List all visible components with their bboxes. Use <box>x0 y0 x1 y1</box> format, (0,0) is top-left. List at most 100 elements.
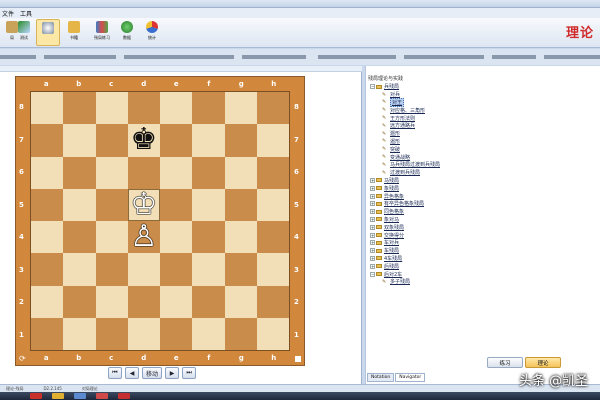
square-g6[interactable] <box>224 156 257 189</box>
square-f7[interactable] <box>192 124 225 157</box>
square-b2[interactable] <box>63 285 96 318</box>
square-g7[interactable] <box>224 124 257 157</box>
tree-folder[interactable]: − 后对2车 <box>370 270 598 278</box>
white-pawn-icon[interactable]: ♙ <box>130 222 157 252</box>
square-h7[interactable] <box>256 124 289 157</box>
expand-icon[interactable]: + <box>370 232 375 238</box>
tree-item[interactable]: ✎ 多子残局 <box>370 278 598 286</box>
collapse-icon[interactable]: − <box>370 84 375 90</box>
white-king-icon[interactable]: ♔ <box>130 189 157 220</box>
square-c6[interactable] <box>95 156 128 189</box>
square-a7[interactable] <box>31 124 64 157</box>
square-c2[interactable] <box>95 285 128 318</box>
square-g8[interactable] <box>224 92 257 125</box>
menu-file[interactable]: 文件 <box>2 9 14 18</box>
expand-icon[interactable]: + <box>370 201 375 207</box>
tree-folder[interactable]: + 马残局 <box>370 177 598 185</box>
tree-item[interactable]: ✎ 遏形 <box>370 138 598 146</box>
square-d2[interactable] <box>127 285 160 318</box>
square-e3[interactable] <box>160 253 193 286</box>
square-b3[interactable] <box>63 253 96 286</box>
square-c8[interactable] <box>95 92 128 125</box>
tree-folder[interactable]: + 交换得分 <box>370 231 598 239</box>
square-e6[interactable] <box>160 156 193 189</box>
square-d4[interactable]: ♙ <box>127 221 160 254</box>
toolbar-button-book[interactable]: 书籍 <box>62 19 86 46</box>
expand-icon[interactable]: + <box>370 240 375 246</box>
first-move-button[interactable]: ⏮ <box>108 367 122 379</box>
square-g4[interactable] <box>224 221 257 254</box>
tree-item[interactable]: ✎ 王方形法则 <box>370 114 598 122</box>
expand-icon[interactable]: + <box>370 193 375 199</box>
square-b1[interactable] <box>63 317 96 350</box>
square-a4[interactable] <box>31 221 64 254</box>
move-button[interactable]: 移动 <box>142 367 163 379</box>
tree-item[interactable]: ✎ 过渡到兵残局 <box>370 169 598 177</box>
expand-icon[interactable]: + <box>370 216 375 222</box>
square-c1[interactable] <box>95 317 128 350</box>
square-f3[interactable] <box>192 253 225 286</box>
tree-item[interactable]: ✎ 对应格、三角形 <box>370 106 598 114</box>
tree-item[interactable]: ✎ 突破 <box>370 145 598 153</box>
square-a8[interactable] <box>31 92 64 125</box>
expand-icon[interactable]: + <box>370 185 375 191</box>
task-icon[interactable] <box>96 393 108 399</box>
square-e8[interactable] <box>160 92 193 125</box>
black-king-icon[interactable]: ♚ <box>130 125 157 155</box>
square-f1[interactable] <box>192 317 225 350</box>
tree-item[interactable]: ✎ 变通战略 <box>370 153 598 161</box>
square-a3[interactable] <box>31 253 64 286</box>
toolbar-button-test[interactable]: 测试 <box>12 19 36 46</box>
square-g3[interactable] <box>224 253 257 286</box>
square-d7[interactable]: ♚ <box>127 124 160 157</box>
expand-icon[interactable]: + <box>370 209 375 215</box>
menu-tools[interactable]: 工具 <box>20 9 32 18</box>
tree-folder[interactable]: + 后残局 <box>370 262 598 270</box>
square-h4[interactable] <box>256 221 289 254</box>
expand-icon[interactable]: + <box>370 224 375 230</box>
expand-icon[interactable]: + <box>370 177 375 183</box>
square-d8[interactable] <box>127 92 160 125</box>
tree-item[interactable]: ✎ 对兵 <box>370 91 598 99</box>
square-c3[interactable] <box>95 253 128 286</box>
tab-notation[interactable]: Notation <box>367 373 395 382</box>
square-a5[interactable] <box>31 188 64 221</box>
square-h5[interactable] <box>256 188 289 221</box>
square-f6[interactable] <box>192 156 225 189</box>
tree-folder[interactable]: + 象对马 <box>370 216 598 224</box>
square-c7[interactable] <box>95 124 128 157</box>
square-g5[interactable] <box>224 188 257 221</box>
task-icon[interactable] <box>74 393 86 399</box>
toolbar-button-board[interactable] <box>36 19 60 46</box>
task-icon[interactable] <box>118 393 130 399</box>
square-d5[interactable]: ♔ <box>127 188 160 221</box>
square-d6[interactable] <box>127 156 160 189</box>
square-e4[interactable] <box>160 221 193 254</box>
tree-item[interactable]: ✎ 遛形 <box>370 130 598 138</box>
square-d3[interactable] <box>127 253 160 286</box>
square-h1[interactable] <box>256 317 289 350</box>
square-h2[interactable] <box>256 285 289 318</box>
square-b6[interactable] <box>63 156 96 189</box>
toolbar-button-stats[interactable]: 统计 <box>140 19 164 46</box>
square-a1[interactable] <box>31 317 64 350</box>
square-h3[interactable] <box>256 253 289 286</box>
square-b4[interactable] <box>63 221 96 254</box>
chessboard[interactable]: ♚ ♔ ♙ <box>30 91 290 351</box>
tree-folder[interactable]: + 双象残局 <box>370 223 598 231</box>
expand-icon[interactable]: + <box>370 263 375 269</box>
tab-navigator[interactable]: Navigator <box>395 373 426 382</box>
square-h6[interactable] <box>256 156 289 189</box>
square-e1[interactable] <box>160 317 193 350</box>
theory-button[interactable]: 理论 <box>525 357 561 368</box>
tree-item[interactable]: ✎ 对王 <box>370 98 598 107</box>
square-e7[interactable] <box>160 124 193 157</box>
tree-folder[interactable]: + 有卒异色格象残局 <box>370 200 598 208</box>
square-f2[interactable] <box>192 285 225 318</box>
tree-folder[interactable]: + 异色格象 <box>370 192 598 200</box>
square-c5[interactable] <box>95 188 128 221</box>
tree-folder[interactable]: + 车残局 <box>370 247 598 255</box>
tree-item[interactable]: ✎ 马兵残局过渡到兵残局 <box>370 161 598 169</box>
square-b5[interactable] <box>63 188 96 221</box>
tree-folder[interactable]: + 象残局 <box>370 184 598 192</box>
